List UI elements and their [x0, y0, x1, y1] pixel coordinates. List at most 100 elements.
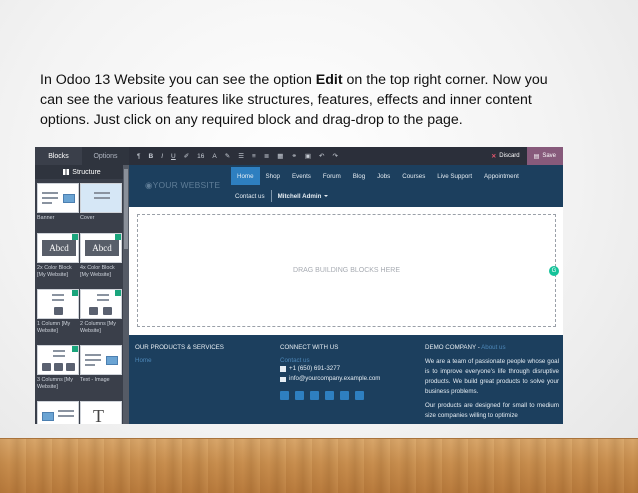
user-menu[interactable]: Mitchell Admin	[278, 193, 329, 200]
footer-heading: OUR PRODUCTS & SERVICES	[135, 344, 224, 351]
text-lines-icon	[53, 350, 65, 360]
text-lines-icon	[42, 192, 58, 207]
company-title: DEMO COMPANY -	[425, 344, 482, 351]
text-t-icon: T	[93, 406, 104, 424]
align-icon[interactable]: ≣	[264, 152, 269, 160]
tab-options[interactable]: Options	[82, 147, 129, 165]
paragraph-style-button[interactable]: ¶	[137, 153, 141, 160]
redo-icon[interactable]: ↷	[333, 152, 338, 160]
linkedin-icon[interactable]	[310, 391, 319, 400]
footer-col-company: DEMO COMPANY - About us We are a team of…	[425, 344, 559, 421]
footer-col-connect: CONNECT WITH US Contact us +1 (650) 691-…	[280, 344, 380, 400]
structure-header: Structure	[35, 165, 129, 179]
image-insert-icon[interactable]: ▣	[305, 152, 311, 160]
block-label: Banner	[37, 215, 55, 221]
wood-floor-decoration	[0, 438, 638, 493]
new-badge-icon	[115, 234, 121, 240]
block-text[interactable]: T	[80, 401, 122, 424]
drop-zone-text: DRAG BUILDING BLOCKS HERE	[293, 267, 400, 274]
undo-icon[interactable]: ↶	[319, 152, 324, 160]
menu-shop[interactable]: Shop	[260, 167, 286, 185]
block-2x-color[interactable]: Abcd 2x Color Block [My Website]	[37, 233, 79, 279]
text-lines-icon	[97, 294, 109, 304]
logo-mark-icon: ◉	[145, 180, 153, 190]
footer-link-contact[interactable]: Contact us	[280, 357, 380, 364]
block-thumbnail	[37, 345, 79, 375]
site-footer: OUR PRODUCTS & SERVICES Home CONNECT WIT…	[129, 335, 563, 424]
tab-blocks[interactable]: Blocks	[35, 147, 82, 165]
numbered-list-icon[interactable]: ≡	[252, 153, 256, 160]
camera-icon	[54, 363, 63, 371]
github-icon[interactable]	[340, 391, 349, 400]
footer-link-home[interactable]: Home	[135, 357, 224, 364]
about-us-link[interactable]: About us	[481, 344, 505, 351]
user-name: Mitchell Admin	[277, 192, 322, 200]
bold-button[interactable]: B	[149, 153, 154, 160]
menu-blog[interactable]: Blog	[347, 167, 371, 185]
underline-button[interactable]: U	[171, 153, 176, 160]
abcd-preview: Abcd	[85, 240, 119, 256]
block-cover[interactable]: Cover	[80, 183, 122, 222]
brush-icon[interactable]: ✎	[225, 152, 230, 160]
eraser-icon[interactable]: ✐	[184, 152, 189, 160]
block-label: 1 Column [My Website]	[37, 321, 71, 334]
save-label: Save	[542, 153, 556, 159]
save-button[interactable]: ▤ Save	[526, 147, 563, 165]
block-2-columns[interactable]: 2 Columns [My Website]	[80, 289, 122, 335]
grammarly-icon[interactable]: G	[549, 266, 559, 276]
site-logo[interactable]: ◉YOUR WEBSITE	[145, 180, 220, 191]
menu-courses[interactable]: Courses	[396, 167, 431, 185]
new-badge-icon	[115, 290, 121, 296]
block-image-text[interactable]	[37, 401, 79, 424]
text-lines-icon	[94, 192, 110, 202]
block-3-columns[interactable]: 3 Columns [My Website]	[37, 345, 79, 391]
envelope-icon	[280, 376, 286, 382]
twitter-icon[interactable]	[295, 391, 304, 400]
table-icon[interactable]: ▦	[277, 152, 283, 160]
image-icon	[42, 412, 54, 421]
youtube-icon[interactable]	[325, 391, 334, 400]
menu-events[interactable]: Events	[286, 167, 317, 185]
font-color-button[interactable]: A	[212, 153, 216, 160]
blocks-panel: Blocks Options Structure Banner Cover Ab…	[35, 147, 129, 424]
logo-text: YOUR WEBSITE	[152, 180, 221, 190]
caption-bold-edit: Edit	[315, 72, 343, 88]
menu-jobs[interactable]: Jobs	[371, 167, 396, 185]
link-icon[interactable]: ⚭	[291, 152, 296, 160]
menu-home[interactable]: Home	[231, 167, 260, 185]
camera-icon	[89, 307, 98, 315]
facebook-icon[interactable]	[280, 391, 289, 400]
footer-heading: DEMO COMPANY - About us	[425, 344, 559, 351]
instagram-icon[interactable]	[355, 391, 364, 400]
menu-contact-us[interactable]: Contact us	[231, 193, 265, 200]
block-thumbnail: T	[80, 401, 122, 424]
font-size-button[interactable]: 16	[197, 153, 204, 160]
menu-live-support[interactable]: Live Support	[431, 167, 478, 185]
block-banner[interactable]: Banner	[37, 183, 79, 222]
italic-button[interactable]: I	[161, 153, 163, 160]
block-1-column[interactable]: 1 Column [My Website]	[37, 289, 79, 335]
site-header: ◉YOUR WEBSITE Home Shop Events Forum Blo…	[129, 165, 563, 207]
company-paragraph-2: Our products are designed for small to m…	[425, 402, 559, 419]
chevron-down-icon	[324, 194, 329, 197]
block-label: 4x Color Block [My Website]	[80, 265, 115, 278]
bullet-list-icon[interactable]: ☰	[238, 152, 244, 160]
caption: In Odoo 13 Website you can see the optio…	[40, 70, 570, 130]
block-text-image[interactable]: Text - Image	[80, 345, 122, 384]
main-menu: Home Shop Events Forum Blog Jobs Courses…	[231, 167, 525, 185]
footer-email[interactable]: info@yourcompany.example.com	[280, 374, 380, 384]
menu-appointment[interactable]: Appointment	[478, 167, 525, 185]
menu-divider	[270, 190, 272, 202]
text-lines-icon	[85, 354, 101, 369]
block-label: 2x Color Block [My Website]	[37, 265, 72, 278]
footer-phone: +1 (650) 691-3277	[280, 364, 380, 374]
block-4x-color[interactable]: Abcd 4x Color Block [My Website]	[80, 233, 122, 279]
secondary-menu: Contact us Mitchell Admin	[231, 189, 329, 203]
image-icon	[106, 356, 118, 365]
grid-icon	[63, 169, 70, 175]
new-badge-icon	[72, 290, 78, 296]
scrollbar-thumb[interactable]	[124, 169, 128, 249]
menu-forum[interactable]: Forum	[317, 167, 347, 185]
discard-button[interactable]: ✕ Discard	[484, 147, 527, 165]
drop-zone[interactable]: DRAG BUILDING BLOCKS HERE	[137, 214, 556, 327]
